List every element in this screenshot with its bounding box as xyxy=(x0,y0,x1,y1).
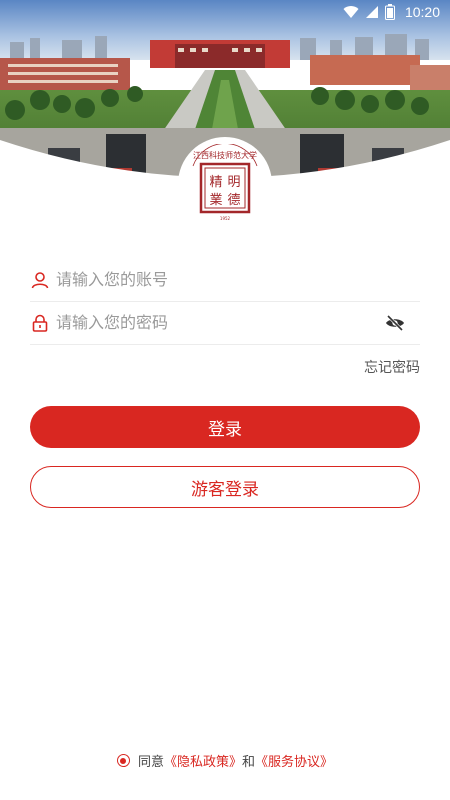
svg-text:明: 明 xyxy=(227,175,240,190)
agree-and: 和 xyxy=(242,755,256,770)
lock-icon xyxy=(30,313,50,333)
seal-icon: 江西科技师范大学 精 明 業 德 1952 xyxy=(183,142,267,226)
privacy-policy-link[interactable]: 《隐私政策》 xyxy=(164,751,242,770)
user-icon xyxy=(30,270,50,290)
signal-icon xyxy=(365,5,379,19)
service-agreement-link[interactable]: 《服务协议》 xyxy=(255,751,333,770)
forgot-password-link[interactable]: 忘记密码 xyxy=(364,357,420,377)
battery-icon xyxy=(384,4,395,20)
eye-off-icon[interactable] xyxy=(382,312,408,334)
login-screen: 10:20 江西科技师范大学 精 明 業 德 1952 请输入您的账号 忘记密码… xyxy=(0,0,450,800)
agreement-row: 同意 《隐私政策》 和 《服务协议》 xyxy=(0,751,450,770)
account-input[interactable] xyxy=(56,270,420,289)
svg-text:1952: 1952 xyxy=(220,216,231,221)
account-field xyxy=(30,258,420,302)
svg-text:江西科技师范大学: 江西科技师范大学 xyxy=(193,150,257,160)
login-button[interactable]: 登录 xyxy=(30,406,420,448)
svg-text:德: 德 xyxy=(227,193,240,208)
agree-radio[interactable] xyxy=(116,754,130,767)
status-time: 10:20 xyxy=(404,4,440,20)
svg-text:業: 業 xyxy=(209,192,222,208)
university-logo: 江西科技师范大学 精 明 業 德 1952 xyxy=(178,137,272,231)
agree-prefix: 同意 xyxy=(137,755,164,770)
password-field xyxy=(30,301,420,345)
guest-login-button[interactable]: 游客登录 xyxy=(30,466,420,508)
status-bar: 10:20 xyxy=(0,0,450,24)
wifi-icon xyxy=(343,5,359,19)
password-input[interactable] xyxy=(56,313,382,332)
svg-text:精: 精 xyxy=(209,175,222,190)
